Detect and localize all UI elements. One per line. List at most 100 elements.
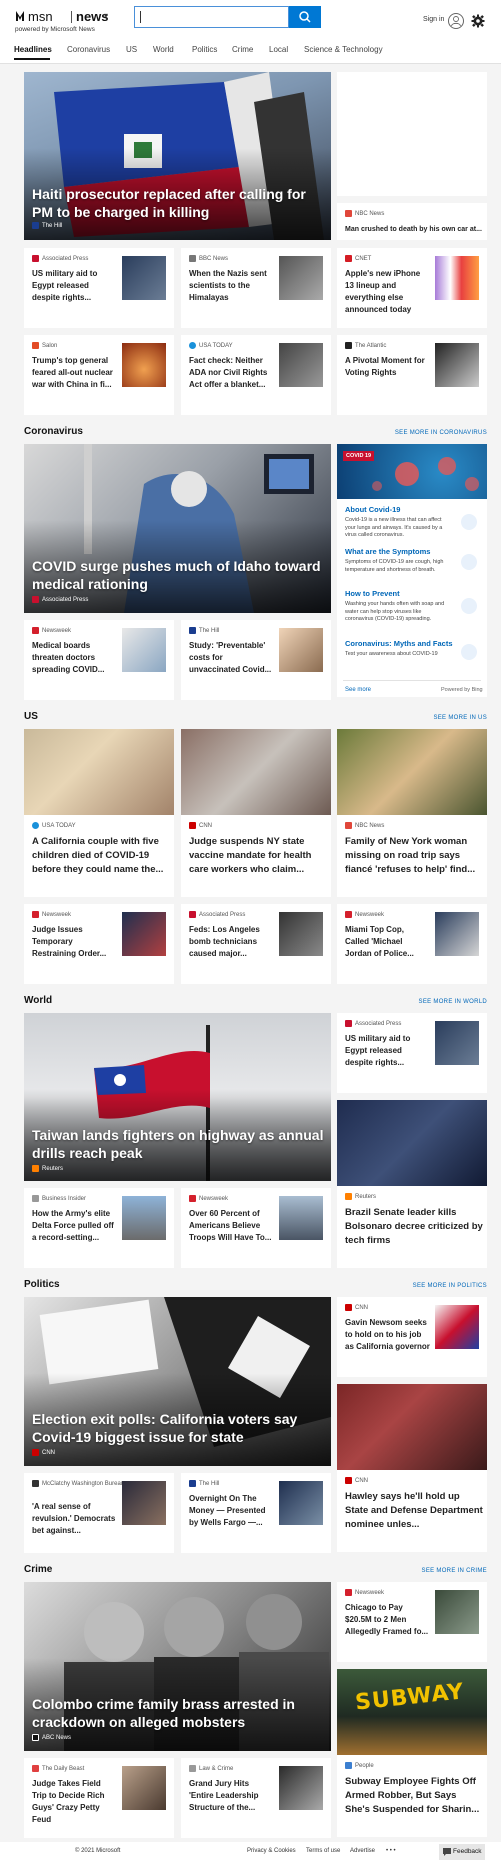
news-card[interactable]: The Daily Beast Judge Takes Field Trip t… (24, 1758, 174, 1838)
section-title-politics[interactable]: Politics (24, 1279, 60, 1290)
news-card-source: USA TODAY (189, 342, 233, 349)
nav-crime[interactable]: Crime (232, 45, 253, 54)
advertise-link[interactable]: Advertise (350, 1848, 375, 1854)
news-card[interactable]: Newsweek Medical boards threaten doctors… (24, 620, 174, 700)
see-more-us[interactable]: SEE MORE IN US (387, 715, 487, 721)
news-card[interactable]: Newsweek Chicago to Pay $20.5M to 2 Men … (337, 1582, 487, 1662)
news-card-source-label: CNN (355, 1478, 368, 1485)
see-more-crime[interactable]: SEE MORE IN CRIME (387, 1568, 487, 1574)
covid-badge: COVID 19 (343, 451, 375, 461)
source-logo (345, 255, 352, 262)
source-logo (345, 822, 352, 829)
news-card-title: Over 60 Percent of Americans Believe Tro… (189, 1209, 272, 1242)
news-card[interactable]: The Hill Overnight On The Money — Presen… (181, 1473, 331, 1553)
gear-icon[interactable] (471, 14, 485, 28)
news-card[interactable]: Law & Crime Grand Jury Hits 'Entire Lead… (181, 1758, 331, 1838)
news-card[interactable]: McClatchy Washington Bureau 'A real sens… (24, 1473, 174, 1553)
news-card[interactable]: Newsweek Miami Top Cop, Called 'Michael … (337, 904, 487, 984)
see-more-politics[interactable]: SEE MORE IN POLITICS (387, 1283, 487, 1289)
covid-info-panel: COVID 19 About Covid-19 Covid-19 is a ne… (337, 444, 487, 697)
source-logo (32, 1449, 39, 1456)
more-icon[interactable]: • • • (386, 1848, 396, 1854)
news-card[interactable]: CNN Gavin Newsom seeks to hold on to his… (337, 1297, 487, 1377)
news-card[interactable]: Business Insider How the Army's elite De… (24, 1188, 174, 1268)
chevron-down-icon[interactable]: ▾ (104, 11, 108, 20)
us-big-card[interactable]: USA TODAY A California couple with five … (24, 729, 174, 897)
top-hero-card[interactable]: Haiti prosecutor replaced after calling … (24, 72, 331, 240)
feedback-icon (443, 1848, 451, 1856)
politics-big-card[interactable]: CNN Hawley says he'll hold up State and … (337, 1384, 487, 1552)
news-thumbnail (122, 256, 166, 300)
source-logo (189, 822, 196, 829)
news-card[interactable]: The Hill Study: 'Preventable' costs for … (181, 620, 331, 700)
source-logo (189, 1480, 196, 1487)
nav-science-technology[interactable]: Science & Technology (304, 45, 383, 54)
news-card-title: Gavin Newsom seeks to hold on to his job… (345, 1318, 430, 1351)
world-big-card[interactable]: Reuters Brazil Senate leader kills Bolso… (337, 1100, 487, 1268)
news-thumbnail (122, 628, 166, 672)
privacy-link[interactable]: Privacy & Cookies (247, 1848, 296, 1854)
nav-us[interactable]: US (126, 45, 137, 54)
logo-divider (71, 11, 72, 23)
crime-hero-card[interactable]: Colombo crime family brass arrested in c… (24, 1582, 331, 1751)
news-thumbnail (122, 912, 166, 956)
us-big-card[interactable]: NBC News Family of New York woman missin… (337, 729, 487, 897)
section-title-crime[interactable]: Crime (24, 1564, 52, 1575)
news-card-title: US military aid to Egypt released despit… (345, 1034, 411, 1067)
news-card[interactable]: Newsweek Judge Issues Temporary Restrain… (24, 904, 174, 984)
news-card-source: Newsweek (345, 1589, 384, 1596)
sign-in-link[interactable]: Sign in (423, 16, 444, 23)
news-card[interactable]: Associated Press Feds: Los Angeles bomb … (181, 904, 331, 984)
side-news-card[interactable]: NBC News Man crushed to death by his own… (337, 203, 487, 240)
covid-item-text: Test your awareness about COVID-19 (345, 651, 438, 657)
news-thumbnail (279, 628, 323, 672)
terms-link[interactable]: Terms of use (306, 1848, 340, 1854)
news-card-source-label: Newsweek (355, 912, 385, 919)
avatar[interactable] (448, 13, 464, 29)
hero-headline: Taiwan lands fighters on highway as annu… (32, 1127, 324, 1161)
nav-local[interactable]: Local (269, 45, 288, 54)
carousel-dots[interactable] (139, 236, 219, 239)
news-card[interactable]: BBC News When the Nazis sent scientists … (181, 248, 331, 328)
news-card-source: Law & Crime (189, 1765, 233, 1772)
world-hero-card[interactable]: Taiwan lands fighters on highway as annu… (24, 1013, 331, 1181)
news-card[interactable]: USA TODAY Fact check: Neither ADA nor Ci… (181, 335, 331, 415)
section-title-coronavirus[interactable]: Coronavirus (24, 426, 83, 437)
see-more-world[interactable]: SEE MORE IN WORLD (387, 999, 487, 1005)
us-big-card[interactable]: CNN Judge suspends NY state vaccine mand… (181, 729, 331, 897)
source-logo (189, 255, 196, 262)
section-title-us[interactable]: US (24, 711, 38, 722)
nav-headlines[interactable]: Headlines (14, 45, 52, 54)
crime-big-card[interactable]: SUBWAY People Subway Employee Fights Off… (337, 1669, 487, 1837)
news-card-title: Subway Employee Fights Off Armed Robber,… (345, 1776, 480, 1815)
feedback-button[interactable]: Feedback (439, 1844, 485, 1860)
news-card[interactable]: CNET Apple's new iPhone 13 lineup and ev… (337, 248, 487, 328)
covid-see-more-link[interactable]: See more (345, 687, 371, 693)
source-logo (32, 342, 39, 349)
subway-sign: SUBWAY (353, 1679, 466, 1716)
covid-item-title: Coronavirus: Myths and Facts (345, 639, 453, 648)
source-logo (32, 1480, 39, 1487)
news-card-source: The Atlantic (345, 342, 386, 349)
news-card[interactable]: The Atlantic A Pivotal Moment for Voting… (337, 335, 487, 415)
news-card-title: Apple's new iPhone 13 lineup and everyth… (345, 269, 421, 314)
see-more-coronavirus[interactable]: SEE MORE IN CORONAVIRUS (387, 430, 487, 436)
source-logo (189, 1195, 196, 1202)
nav-politics[interactable]: Politics (192, 45, 217, 54)
search-button[interactable] (289, 6, 321, 28)
search-input[interactable] (134, 6, 289, 28)
news-card-source: Newsweek (32, 627, 71, 634)
news-card[interactable]: Associated Press US military aid to Egyp… (24, 248, 174, 328)
news-card-source: McClatchy Washington Bureau (32, 1480, 124, 1487)
news-card-title: Overnight On The Money — Presented by We… (189, 1494, 266, 1527)
news-card[interactable]: Salon Trump's top general feared all-out… (24, 335, 174, 415)
section-title-world[interactable]: World (24, 995, 52, 1006)
logo-text: msn (28, 9, 53, 24)
nav-world[interactable]: World (153, 45, 174, 54)
news-card[interactable]: Newsweek Over 60 Percent of Americans Be… (181, 1188, 331, 1268)
news-card[interactable]: Associated Press US military aid to Egyp… (337, 1013, 487, 1093)
politics-hero-card[interactable]: Election exit polls: California voters s… (24, 1297, 331, 1466)
coronavirus-hero-card[interactable]: COVID surge pushes much of Idaho toward … (24, 444, 331, 613)
nav-coronavirus[interactable]: Coronavirus (67, 45, 110, 54)
hero-source: The Hill (32, 222, 62, 229)
